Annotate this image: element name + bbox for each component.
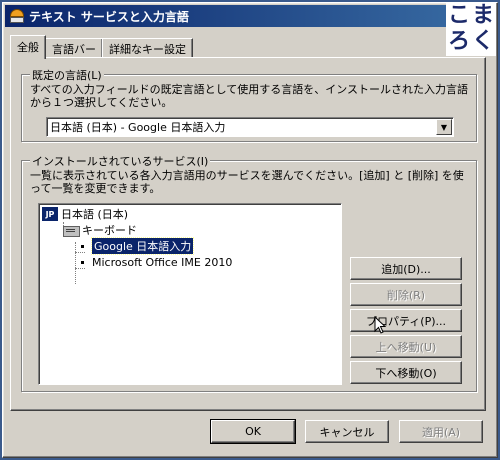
move-down-button[interactable]: 下へ移動(O) <box>350 361 462 384</box>
brand-char: こ <box>447 3 470 28</box>
properties-button[interactable]: プロパティ(P)... <box>350 309 462 332</box>
default-language-description: すべての入力フィールドの既定言語として使用する言語を、インストールされた入力言語… <box>30 83 469 109</box>
tree-node-service[interactable]: Google 日本語入力 <box>77 237 195 255</box>
default-language-select[interactable]: 日本語 (日本) - Google 日本語入力 ▼ <box>46 117 454 137</box>
tab-language-bar[interactable]: 言語バー <box>45 38 103 58</box>
service-label-selected: Google 日本語入力 <box>90 237 195 255</box>
brand-char: ろ <box>447 29 470 54</box>
installed-services-description: 一覧に表示されている各入力言語用のサービスを選んでください。[追加] と [削除… <box>30 169 464 195</box>
tab-general[interactable]: 全般 <box>10 35 46 59</box>
add-button[interactable]: 追加(D)... <box>350 257 462 280</box>
brand-char: く <box>471 29 494 54</box>
keyboard-icon <box>63 224 80 237</box>
brand-char: ま <box>471 3 494 28</box>
ok-button[interactable]: OK <box>210 419 296 444</box>
tab-strip: 全般 言語バー 詳細なキー設定 <box>10 34 193 59</box>
language-label: 日本語 (日本) <box>61 208 129 221</box>
app-icon <box>9 8 25 24</box>
brand-logo: こ ま ろ く <box>446 2 496 56</box>
default-language-value: 日本語 (日本) - Google 日本語入力 <box>50 121 226 134</box>
default-language-legend: 既定の言語(L) <box>30 67 104 83</box>
apply-button[interactable]: 適用(A) <box>399 420 483 443</box>
tab-panel: 既定の言語(L) すべての入力フィールドの既定言語として使用する言語を、インスト… <box>10 57 486 411</box>
services-tree[interactable]: JP 日本語 (日本) キーボード Google 日本語入力 Microsoft… <box>38 203 342 385</box>
dropdown-arrow-icon[interactable]: ▼ <box>436 119 452 135</box>
window-title: テキスト サービスと入力言語 <box>29 9 189 24</box>
tree-node-service[interactable]: Microsoft Office IME 2010 <box>77 254 232 270</box>
cancel-button[interactable]: キャンセル <box>305 420 389 443</box>
bullet-icon <box>81 244 84 248</box>
tree-node-language[interactable]: JP 日本語 (日本) <box>42 206 128 222</box>
remove-button[interactable]: 削除(R) <box>350 283 462 306</box>
installed-services-group: インストールされているサービス(I) 一覧に表示されている各入力言語用のサービス… <box>21 153 477 392</box>
bullet-icon <box>81 260 84 264</box>
keyboard-label: キーボード <box>82 224 137 237</box>
service-label: Microsoft Office IME 2010 <box>92 255 233 269</box>
title-bar[interactable]: テキスト サービスと入力言語 <box>5 5 495 27</box>
installed-services-legend: インストールされているサービス(I) <box>30 153 211 169</box>
tree-node-keyboard[interactable]: キーボード <box>63 222 137 238</box>
tab-advanced-key-settings[interactable]: 詳細なキー設定 <box>102 38 193 58</box>
move-up-button[interactable]: 上へ移動(U) <box>350 335 462 358</box>
language-flag-icon: JP <box>42 207 58 221</box>
default-language-group: 既定の言語(L) すべての入力フィールドの既定言語として使用する言語を、インスト… <box>21 67 477 142</box>
